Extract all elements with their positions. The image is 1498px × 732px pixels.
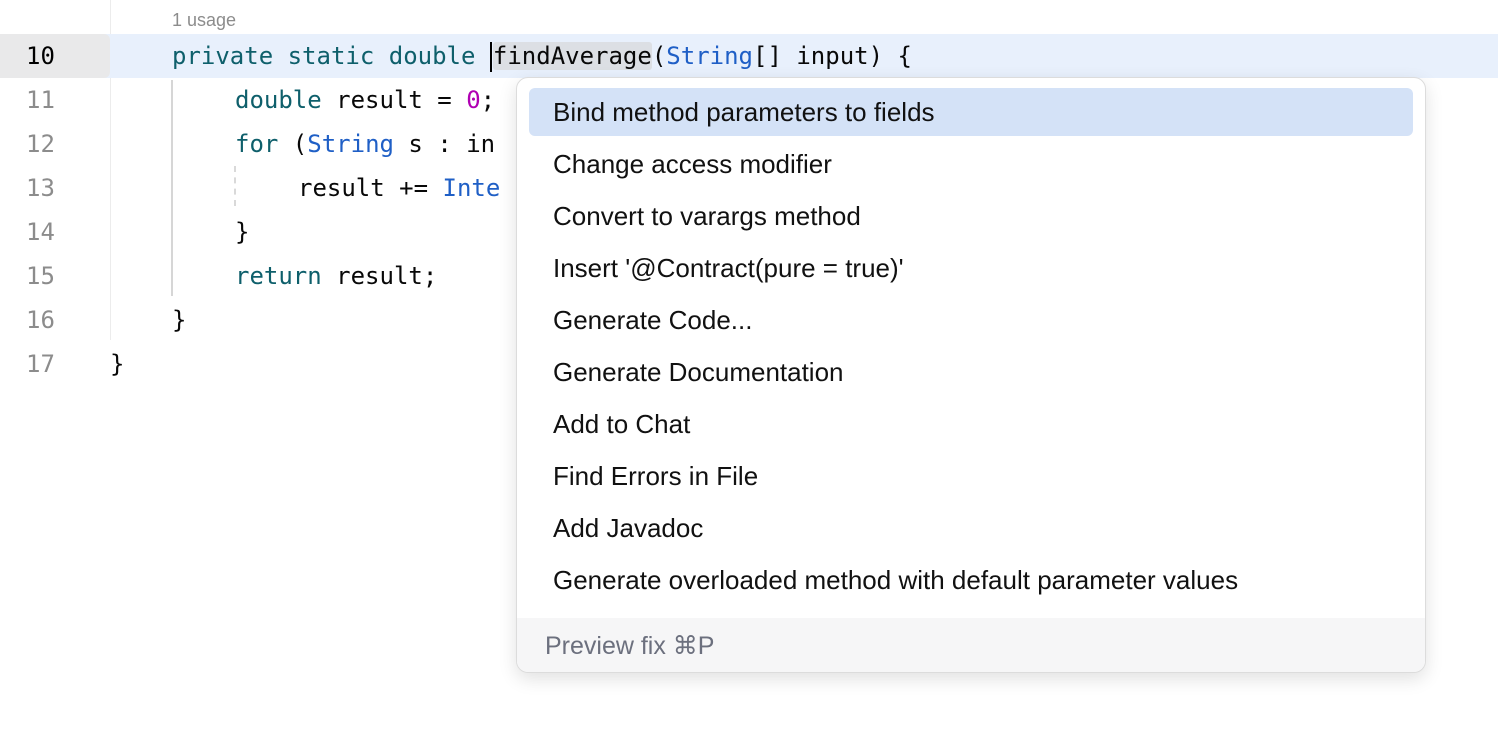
menu-item-insert-contract[interactable]: Insert '@Contract(pure = true)' bbox=[529, 244, 1413, 292]
paren-token: ( bbox=[652, 42, 666, 70]
code-line-10[interactable]: 10 private static double findAverage(Str… bbox=[0, 34, 1498, 78]
line-number[interactable]: 10 bbox=[0, 34, 110, 78]
line-number[interactable]: 14 bbox=[0, 210, 110, 254]
menu-item-add-to-chat[interactable]: Add to Chat bbox=[529, 400, 1413, 448]
code-line-content[interactable]: } bbox=[172, 298, 186, 342]
method-name-token[interactable]: findAverage bbox=[493, 42, 652, 70]
code-token: ( bbox=[278, 130, 307, 158]
usage-hint[interactable]: 1 usage bbox=[172, 8, 236, 32]
menu-item-add-javadoc[interactable]: Add Javadoc bbox=[529, 504, 1413, 552]
keyword-token: for bbox=[235, 130, 278, 158]
code-token: s : in bbox=[394, 130, 495, 158]
params-token: [] input) { bbox=[753, 42, 912, 70]
menu-item-generate-documentation[interactable]: Generate Documentation bbox=[529, 348, 1413, 396]
keyword-token: private static double bbox=[172, 42, 490, 70]
indent-guide bbox=[171, 80, 173, 296]
menu-item-convert-varargs[interactable]: Convert to varargs method bbox=[529, 192, 1413, 240]
code-token: result; bbox=[322, 262, 438, 290]
menu-item-generate-code[interactable]: Generate Code... bbox=[529, 296, 1413, 344]
type-token: Inte bbox=[443, 174, 501, 202]
menu-item-change-access-modifier[interactable]: Change access modifier bbox=[529, 140, 1413, 188]
type-token: String bbox=[307, 130, 394, 158]
menu-item-bind-parameters[interactable]: Bind method parameters to fields bbox=[529, 88, 1413, 136]
context-actions-popup[interactable]: Bind method parameters to fields Change … bbox=[516, 77, 1426, 673]
actions-list[interactable]: Bind method parameters to fields Change … bbox=[517, 88, 1425, 608]
code-line-content[interactable]: private static double findAverage(String… bbox=[172, 34, 912, 78]
keyword-token: return bbox=[235, 262, 322, 290]
line-number[interactable]: 12 bbox=[0, 122, 110, 166]
code-line-content[interactable]: } bbox=[110, 342, 124, 386]
menu-item-generate-overloaded-method[interactable]: Generate overloaded method with default … bbox=[529, 556, 1413, 604]
type-token: String bbox=[666, 42, 753, 70]
line-number[interactable]: 16 bbox=[0, 298, 110, 342]
text-caret bbox=[490, 42, 492, 72]
indent-guide bbox=[234, 166, 236, 206]
menu-item-find-errors[interactable]: Find Errors in File bbox=[529, 452, 1413, 500]
line-number[interactable]: 15 bbox=[0, 254, 110, 298]
code-line-content[interactable]: double result = 0; bbox=[235, 78, 495, 122]
code-line-content[interactable]: } bbox=[235, 210, 249, 254]
number-token: 0 bbox=[466, 86, 480, 114]
code-token: result += bbox=[298, 174, 443, 202]
keyword-token: double bbox=[235, 86, 322, 114]
preview-fix-footer[interactable]: Preview fix ⌘P bbox=[517, 618, 1425, 672]
code-editor[interactable]: 1 usage 10 private static double findAve… bbox=[0, 0, 1498, 732]
code-line-content[interactable]: return result; bbox=[235, 254, 437, 298]
line-number[interactable]: 13 bbox=[0, 166, 110, 210]
code-line-content[interactable]: result += Inte bbox=[298, 166, 500, 210]
line-number[interactable]: 11 bbox=[0, 78, 110, 122]
code-token: result = bbox=[322, 86, 467, 114]
code-token: ; bbox=[481, 86, 495, 114]
code-line-content[interactable]: for (String s : in bbox=[235, 122, 495, 166]
line-number[interactable]: 17 bbox=[0, 342, 110, 386]
